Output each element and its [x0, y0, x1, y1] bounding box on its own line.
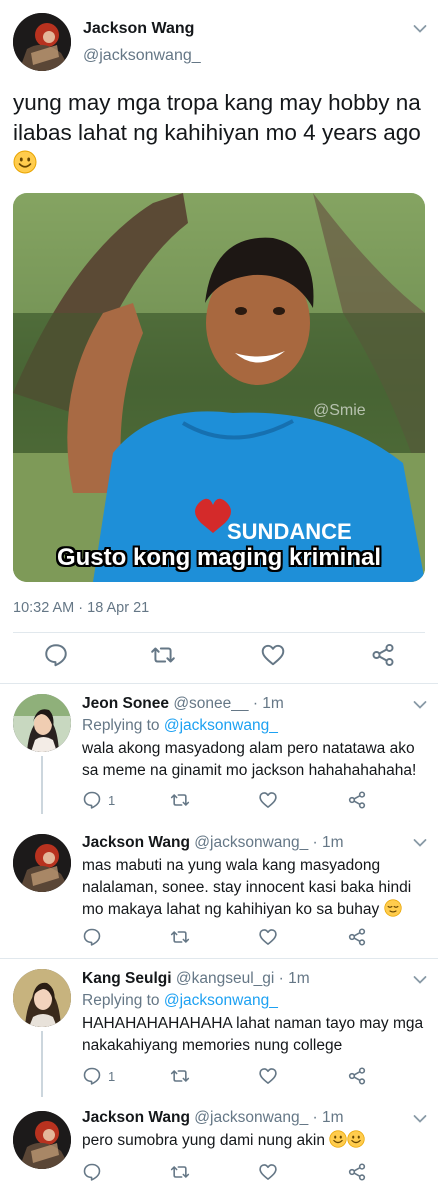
retweet-icon[interactable] [170, 927, 190, 947]
author-meta[interactable]: @kangseul_gi · 1m [176, 970, 310, 987]
retweet-icon[interactable] [170, 1162, 190, 1182]
reply-header: Jeon Sonee @sonee__ · 1m [82, 695, 284, 713]
media-watermark: @Smie [313, 402, 366, 419]
comment-icon[interactable] [82, 927, 102, 947]
smile-emoji-icon [13, 150, 37, 174]
share-icon[interactable] [347, 1066, 367, 1086]
author-handle[interactable]: @jacksonwang_ [83, 47, 201, 65]
author-meta[interactable]: @jacksonwang_ · 1m [194, 834, 343, 851]
comment-icon[interactable] [82, 790, 102, 810]
author-name[interactable]: Kang Seulgi [82, 970, 172, 987]
reply-tweet[interactable]: Jackson Wang @jacksonwang_ · 1m mas mabu… [0, 820, 438, 958]
author-meta[interactable]: @jacksonwang_ · 1m [194, 1109, 343, 1126]
thread-line [41, 756, 43, 814]
chevron-down-icon[interactable] [413, 1114, 427, 1124]
comment-icon[interactable] [43, 642, 69, 668]
tweet-timestamp[interactable]: 10:32 AM · 18 Apr 21 [13, 600, 149, 616]
chevron-down-icon[interactable] [413, 838, 427, 848]
avatar[interactable] [13, 834, 71, 892]
retweet-icon[interactable] [170, 790, 190, 810]
replying-prefix: Replying to [82, 992, 164, 1009]
avatar[interactable] [13, 694, 71, 752]
reply-text: wala akong masyadong alam pero natatawa … [82, 740, 417, 779]
reply-text: mas mabuti na yung wala kang masyadong n… [82, 855, 430, 921]
tweet-media-image[interactable]: SUNDANCE @Smie Gusto kong maging krimina… [13, 193, 425, 582]
share-icon[interactable] [347, 927, 367, 947]
author-name[interactable]: Jackson Wang [82, 834, 190, 851]
mention-link[interactable]: @jacksonwang_ [164, 992, 278, 1009]
reply-text-body: mas mabuti na yung wala kang masyadong n… [82, 857, 412, 918]
reply-count: 1 [108, 793, 116, 808]
retweet-icon[interactable] [170, 1066, 190, 1086]
tweet-text-body: yung may mga tropa kang may hobby na ila… [13, 90, 421, 145]
reply-header: Jackson Wang @jacksonwang_ · 1m [82, 834, 344, 852]
tweet-action-bar [0, 642, 438, 672]
divider [13, 632, 425, 633]
heart-icon[interactable] [258, 790, 278, 810]
smile-emoji-icon [329, 1130, 347, 1148]
reply-tweet[interactable]: Jeon Sonee @sonee__ · 1m Replying to @ja… [0, 684, 438, 820]
reply-tweet[interactable]: Kang Seulgi @kangseul_gi · 1m Replying t… [0, 959, 438, 1097]
retweet-icon[interactable] [150, 642, 176, 668]
reply-count: 1 [108, 1069, 116, 1084]
author-name[interactable]: Jeon Sonee [82, 695, 169, 712]
comment-icon[interactable] [82, 1162, 102, 1182]
share-icon[interactable] [347, 790, 367, 810]
chevron-down-icon[interactable] [413, 700, 427, 710]
reply-header: Jackson Wang @jacksonwang_ · 1m [82, 1109, 344, 1127]
main-tweet: Jackson Wang @jacksonwang_ yung may mga … [0, 0, 438, 684]
avatar[interactable] [13, 1111, 71, 1169]
tweet-text: yung may mga tropa kang may hobby na ila… [13, 88, 428, 178]
reply-tweet[interactable]: Jackson Wang @jacksonwang_ · 1m pero sum… [0, 1097, 438, 1200]
replying-to: Replying to @jacksonwang_ [82, 992, 278, 1010]
author-meta[interactable]: @sonee__ · 1m [173, 695, 284, 712]
media-caption: Gusto kong maging kriminal [56, 544, 382, 571]
heart-icon[interactable] [258, 927, 278, 947]
reply-text-body: pero sumobra yung dami nung akin [82, 1132, 325, 1149]
replying-prefix: Replying to [82, 717, 164, 734]
replying-to: Replying to @jacksonwang_ [82, 717, 278, 735]
relieved-emoji-icon [383, 899, 402, 917]
author-name[interactable]: Jackson Wang [83, 20, 194, 38]
smile-emoji-icon [347, 1130, 365, 1148]
chevron-down-icon[interactable] [413, 975, 427, 985]
reply-header: Kang Seulgi @kangseul_gi · 1m [82, 970, 310, 988]
mention-link[interactable]: @jacksonwang_ [164, 717, 278, 734]
author-name[interactable]: Jackson Wang [82, 1109, 190, 1126]
chevron-down-icon[interactable] [413, 24, 427, 34]
comment-icon[interactable] [82, 1066, 102, 1086]
heart-icon[interactable] [260, 642, 286, 668]
reply-text: HAHAHAHAHAHAHA lahat naman tayo may mga … [82, 1015, 424, 1054]
reply-text: pero sumobra yung dami nung akin [82, 1130, 430, 1152]
share-icon[interactable] [370, 642, 396, 668]
heart-icon[interactable] [258, 1162, 278, 1182]
thread-line [41, 1031, 43, 1097]
share-icon[interactable] [347, 1162, 367, 1182]
shirt-text: SUNDANCE [227, 519, 352, 544]
heart-icon[interactable] [258, 1066, 278, 1086]
avatar[interactable] [13, 969, 71, 1027]
avatar[interactable] [13, 13, 71, 71]
